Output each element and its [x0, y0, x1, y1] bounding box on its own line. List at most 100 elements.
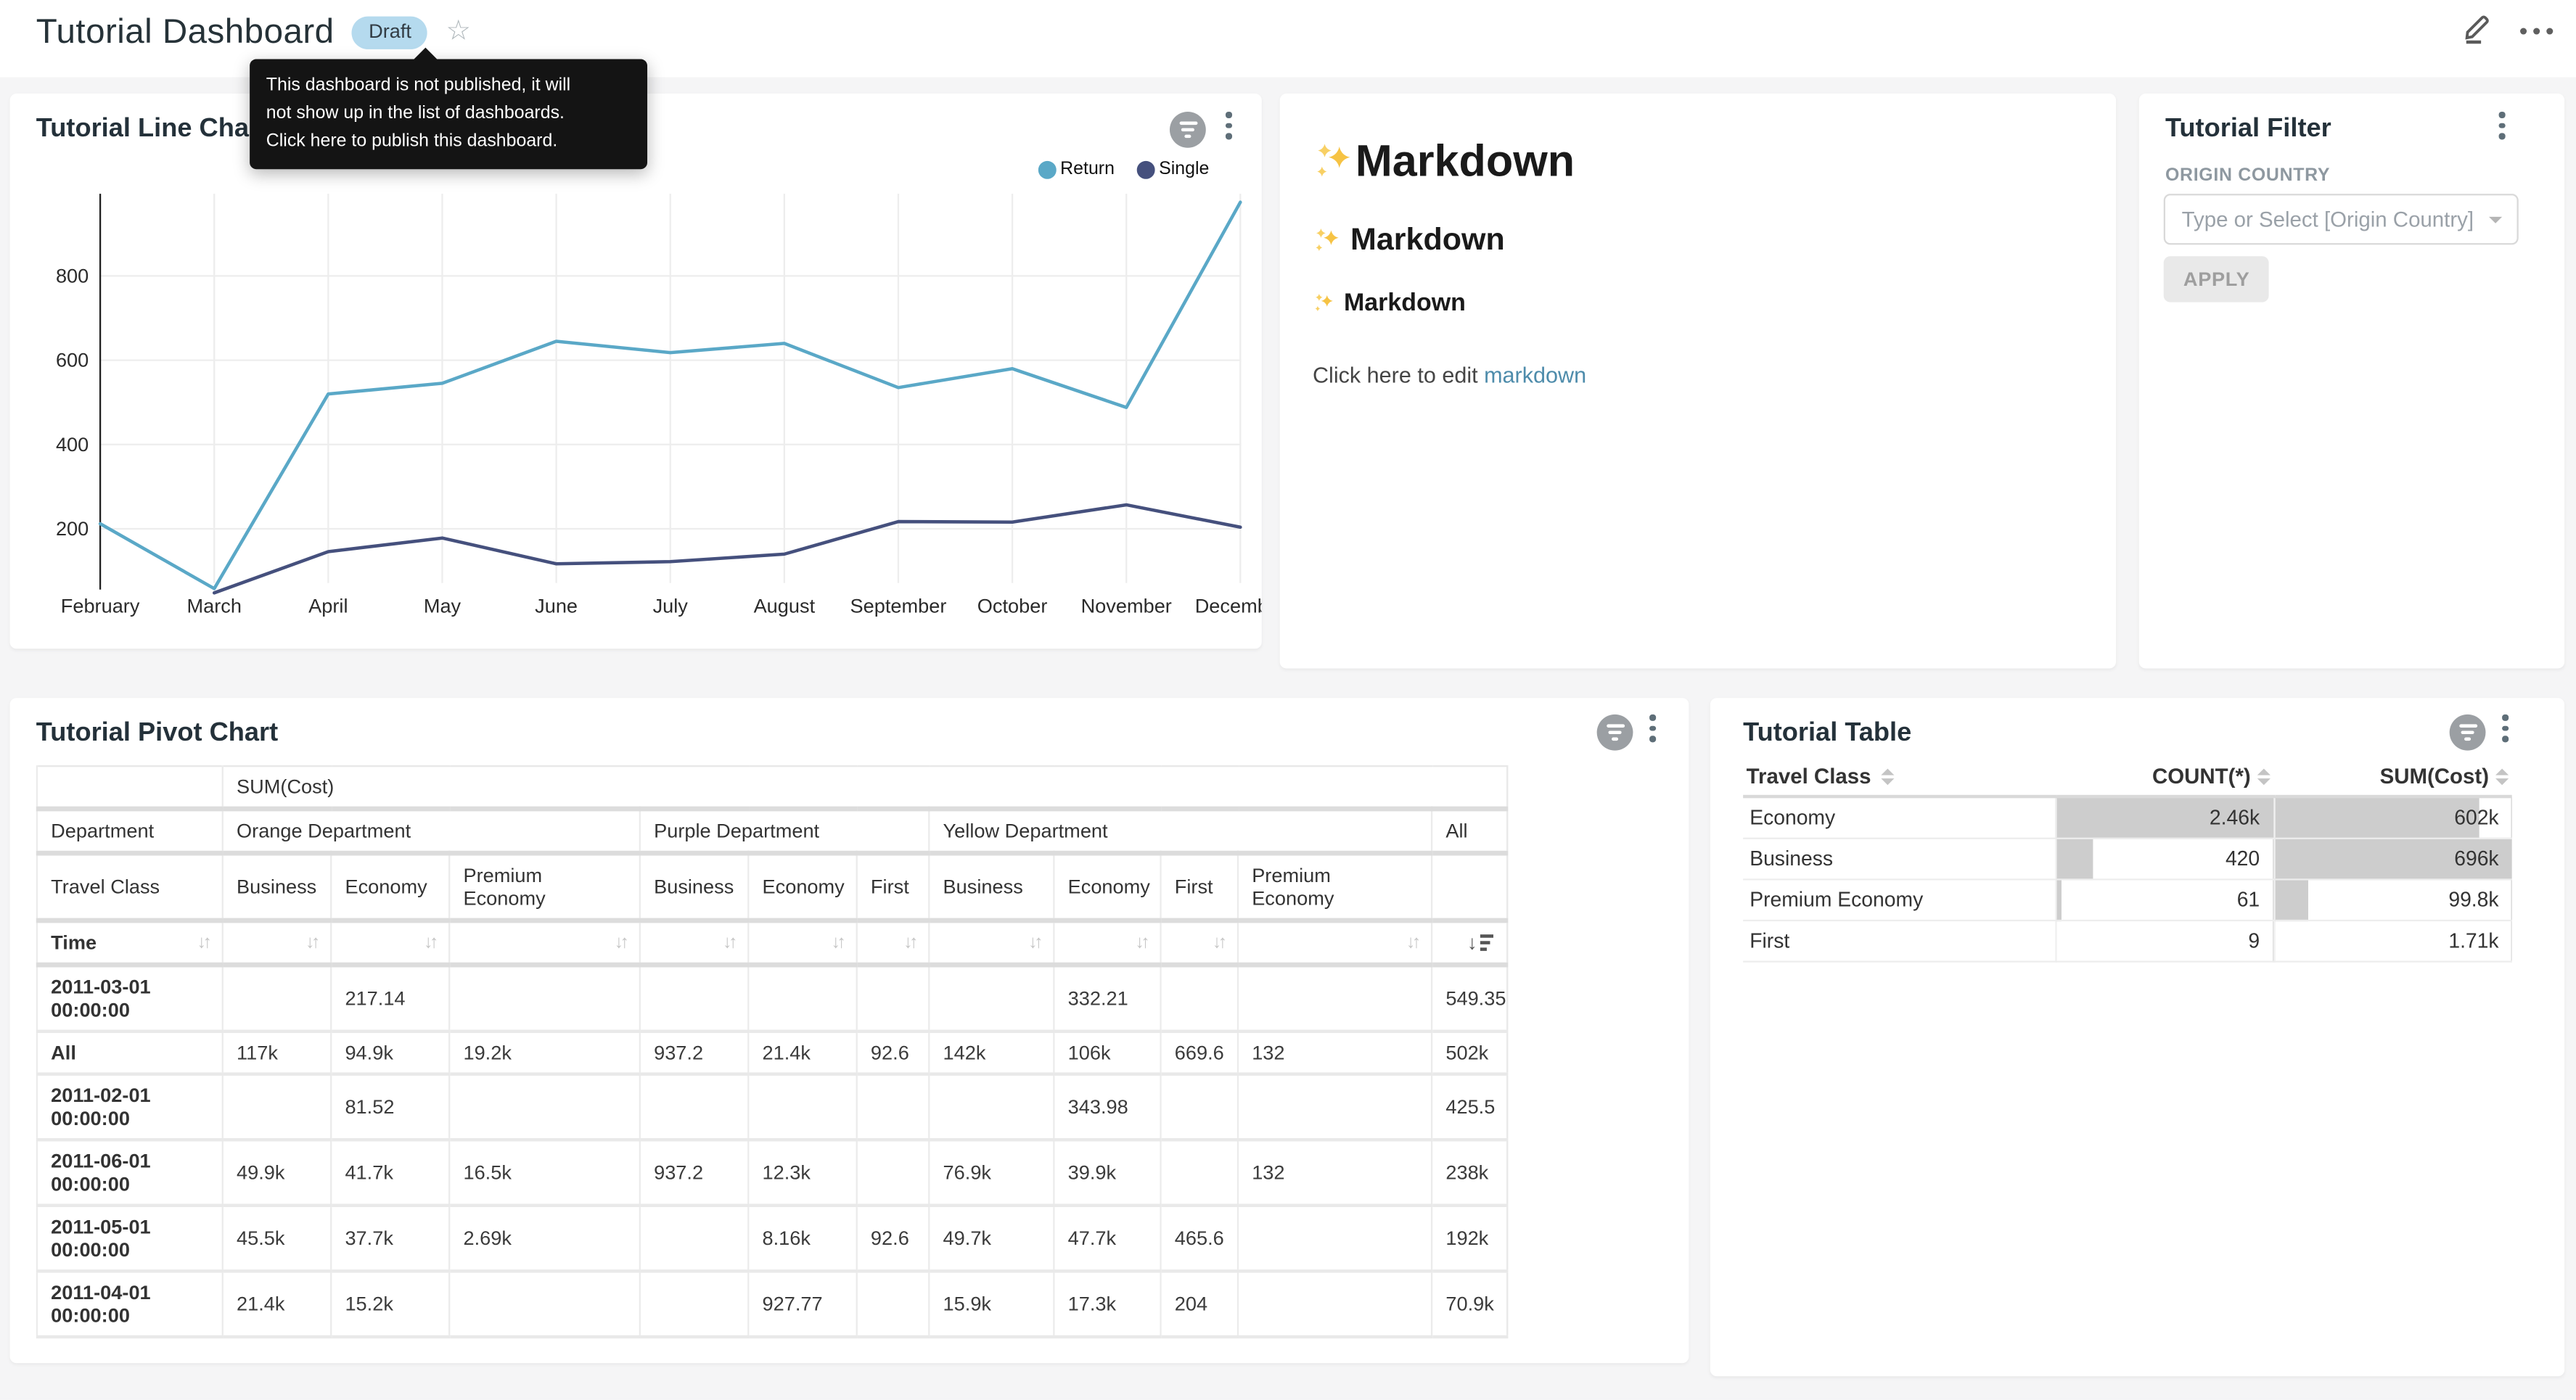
pivot-time-cell: All	[37, 1032, 223, 1074]
svg-text:December: December	[1195, 594, 1262, 617]
sort-icon[interactable]: ↓↑	[723, 933, 734, 952]
sort-icon[interactable]: ↓↑	[903, 933, 915, 952]
subcol-header: Economy	[1054, 853, 1160, 921]
markdown-h1-text: Markdown	[1355, 136, 1575, 187]
table-row: Premium Economy 61 99.8k	[1743, 879, 2512, 921]
filter-panel: Tutorial Filter ORIGIN COUNTRY Type or S…	[2139, 94, 2564, 668]
svg-text:April: April	[308, 594, 348, 617]
sort-desc-active-icon[interactable]: ↓	[1467, 931, 1493, 955]
pivot-row: 2011-04-01 00:00:00 21.4k15.2k927.7715.9…	[37, 1271, 1507, 1337]
metric-header: SUM(Cost)	[223, 766, 1508, 809]
sort-icon[interactable]: ↓↑	[1135, 933, 1147, 952]
table-header-row: Travel Class COUNT(*) SUM(Cost)	[1743, 757, 2512, 796]
group-header: Yellow Department	[929, 809, 1432, 853]
svg-text:September: September	[850, 594, 947, 617]
filter-scope-icon[interactable]	[1597, 715, 1633, 751]
sort-icon[interactable]: ↓↑	[197, 933, 209, 952]
subcol-header: Premium Economy	[449, 853, 640, 921]
svg-text:July: July	[653, 594, 689, 617]
line-chart-panel: Tutorial Line Chart Return Single 200400…	[10, 94, 1262, 648]
pivot-time-sort-row: Time ↓↑ ↓↑ ↓↑ ↓↑ ↓↑ ↓↑ ↓↑ ↓↑ ↓↑ ↓↑ ↓↑ ↓	[37, 921, 1507, 965]
subcol-header: Business	[223, 853, 331, 921]
department-label: Department	[37, 809, 223, 853]
filter-kebab-menu-icon[interactable]	[2495, 108, 2508, 141]
sum-cell: 1.71k	[2273, 921, 2511, 962]
pivot-row: 2011-06-01 00:00:00 49.9k41.7k16.5k937.2…	[37, 1140, 1507, 1206]
sort-caret-icon	[2495, 767, 2509, 784]
markdown-h2: Markdown	[1313, 223, 2083, 260]
sparkles-icon	[1313, 226, 1342, 256]
markdown-paragraph: Click here to edit markdown	[1313, 363, 2083, 387]
sort-caret-icon	[1881, 767, 1894, 784]
chevron-down-icon	[2489, 216, 2502, 229]
sort-icon[interactable]: ↓↑	[615, 933, 626, 952]
status-badge[interactable]: Draft	[352, 17, 427, 49]
svg-text:November: November	[1081, 594, 1172, 617]
sort-icon[interactable]: ↓↑	[305, 933, 317, 952]
column-header-travel-class[interactable]: Travel Class	[1743, 757, 2055, 796]
svg-text:800: 800	[56, 264, 89, 287]
page-title: Tutorial Dashboard	[36, 13, 335, 52]
pivot-travel-class-row: Travel Class Business Economy Premium Ec…	[37, 853, 1507, 921]
svg-text:October: October	[977, 594, 1048, 617]
time-label: Time	[51, 931, 97, 955]
chart-kebab-menu-icon[interactable]	[2499, 711, 2511, 744]
table-row: Business 420 696k	[1743, 839, 2512, 880]
more-actions-ellipsis-icon[interactable]	[2520, 15, 2553, 47]
pivot-time-cell: 2011-03-01 00:00:00	[37, 965, 223, 1032]
table-row: Economy 2.46k 602k	[1743, 796, 2512, 839]
count-cell: 2.46k	[2055, 796, 2273, 839]
markdown-paragraph-text: Click here to edit	[1313, 363, 1484, 387]
column-header-sum-cost[interactable]: SUM(Cost)	[2273, 757, 2511, 796]
filter-scope-icon[interactable]	[2450, 715, 2486, 751]
chart-kebab-menu-icon[interactable]	[1646, 711, 1659, 744]
pivot-table: SUM(Cost) Department Orange Department P…	[36, 765, 1509, 1338]
favorite-star-icon[interactable]: ☆	[446, 15, 472, 47]
table-row: First 9 1.71k	[1743, 921, 2512, 962]
single-series-dot	[1138, 160, 1156, 178]
legend-item-single[interactable]: Single	[1138, 160, 1210, 179]
edit-dashboard-button[interactable]	[2461, 10, 2494, 53]
single-line	[214, 505, 1240, 593]
sort-icon[interactable]: ↓↑	[1213, 933, 1224, 952]
pivot-row: 2011-05-01 00:00:00 45.5k37.7k2.69k8.16k…	[37, 1206, 1507, 1272]
svg-text:June: June	[535, 594, 578, 617]
return-series-dot	[1039, 160, 1057, 178]
tooltip-line: This dashboard is not published, it will	[266, 73, 631, 100]
pivot-metric-row: SUM(Cost)	[37, 766, 1507, 809]
blank-cell	[37, 766, 223, 809]
filter-panel-title: Tutorial Filter	[2165, 115, 2331, 144]
legend-item-return[interactable]: Return	[1039, 160, 1115, 179]
tooltip-line: Click here to publish this dashboard.	[266, 128, 631, 156]
subcol-header: Business	[640, 853, 748, 921]
sort-caret-icon	[2257, 767, 2271, 784]
markdown-h2-text: Markdown	[1350, 223, 1505, 260]
legend-label: Single	[1159, 160, 1209, 179]
markdown-h1: Markdown	[1313, 136, 2083, 187]
x-tick-labels: FebruaryMarchAprilMayJuneJulyAugustSepte…	[61, 594, 1262, 617]
svg-text:600: 600	[56, 349, 89, 371]
count-cell: 61	[2055, 879, 2273, 921]
column-header-count[interactable]: COUNT(*)	[2055, 757, 2273, 796]
apply-button[interactable]: APPLY	[2164, 256, 2270, 302]
pivot-chart-title: Tutorial Pivot Chart	[36, 720, 278, 749]
origin-country-select[interactable]: Type or Select [Origin Country]	[2164, 194, 2519, 244]
svg-text:200: 200	[56, 517, 89, 540]
sparkles-icon	[1313, 292, 1336, 315]
pivot-time-cell: 2011-02-01 00:00:00	[37, 1074, 223, 1140]
group-header: All	[1432, 809, 1507, 853]
group-header: Purple Department	[640, 809, 929, 853]
sort-icon[interactable]: ↓↑	[832, 933, 843, 952]
pivot-row: All 117k94.9k19.2k937.221.4k92.6142k106k…	[37, 1032, 1507, 1074]
sort-icon[interactable]: ↓↑	[424, 933, 435, 952]
sort-icon[interactable]: ↓↑	[1028, 933, 1040, 952]
count-cell: 420	[2055, 839, 2273, 880]
pencil-icon	[2461, 10, 2494, 45]
sort-icon[interactable]: ↓↑	[1406, 933, 1418, 952]
subcol-header: First	[1161, 853, 1238, 921]
tooltip-line: not show up in the list of dashboards.	[266, 100, 631, 128]
subcol-header	[1432, 853, 1507, 921]
markdown-edit-link[interactable]: markdown	[1484, 363, 1586, 387]
chart-legend: Return Single	[1039, 160, 1210, 179]
select-placeholder: Type or Select [Origin Country]	[2165, 207, 2489, 231]
